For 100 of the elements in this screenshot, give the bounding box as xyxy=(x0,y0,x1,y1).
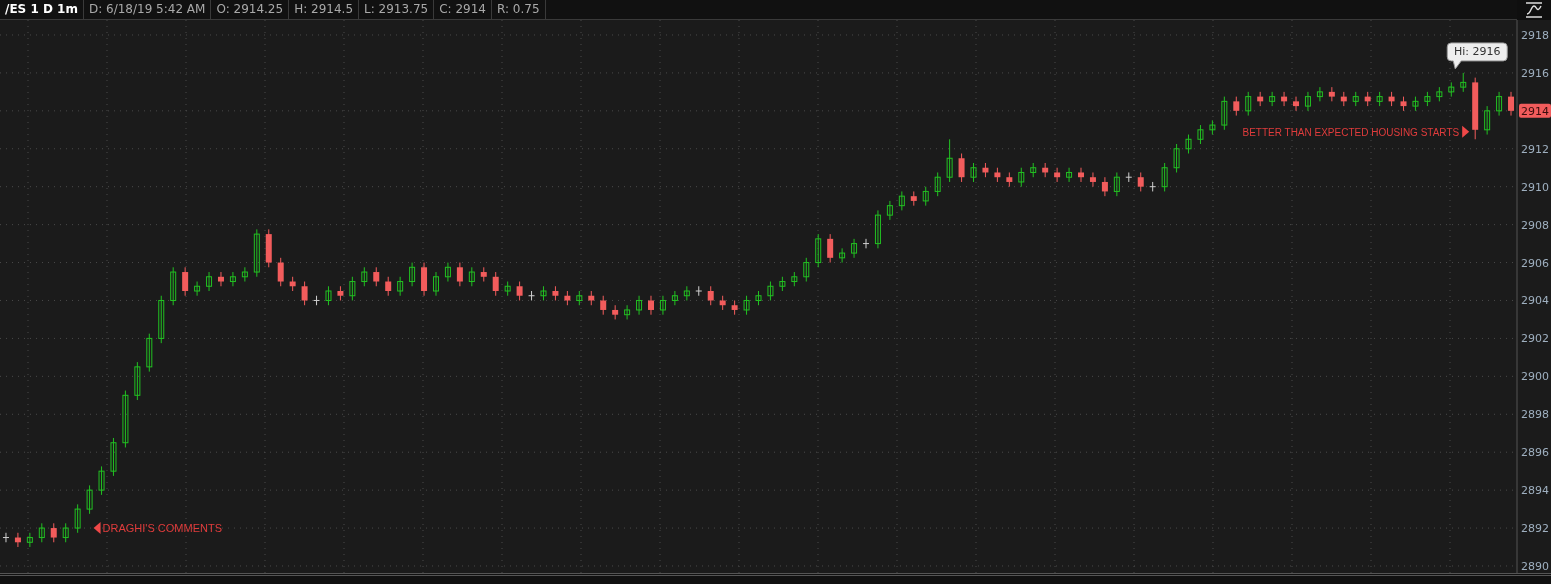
candle xyxy=(1125,171,1133,183)
quote-stat: D: 6/18/19 5:42 AM xyxy=(83,0,212,19)
candle xyxy=(528,290,536,301)
candle xyxy=(1352,91,1359,107)
candle xyxy=(958,153,965,183)
candle xyxy=(1030,162,1037,178)
candle xyxy=(946,138,953,183)
candle xyxy=(86,484,93,515)
candle xyxy=(659,295,666,316)
candle xyxy=(743,295,750,316)
candle xyxy=(576,290,583,306)
candle xyxy=(791,271,798,287)
candle xyxy=(671,290,678,306)
triangle-icon xyxy=(1462,125,1470,138)
candle xyxy=(934,171,941,197)
chart-style-icon[interactable] xyxy=(1525,2,1543,18)
candle xyxy=(265,228,272,268)
candle xyxy=(1388,91,1395,107)
candle xyxy=(1472,77,1479,140)
candle xyxy=(170,266,177,306)
candle xyxy=(253,228,260,278)
candle xyxy=(182,266,189,297)
candle xyxy=(421,262,428,297)
candle xyxy=(1304,91,1311,112)
candle xyxy=(62,522,69,543)
candle xyxy=(683,285,690,301)
last-price-tag: 2914 xyxy=(1519,103,1551,118)
candle xyxy=(803,257,810,282)
candle xyxy=(301,281,308,306)
candle xyxy=(874,209,881,249)
annotation-text: DRAGHI'S COMMENTS xyxy=(102,522,222,535)
candle xyxy=(1018,167,1025,188)
candle xyxy=(612,304,619,320)
candle xyxy=(1400,96,1407,112)
candle xyxy=(1281,91,1288,107)
candle xyxy=(1376,91,1383,107)
candle xyxy=(433,271,439,297)
candle xyxy=(1078,167,1084,183)
candle xyxy=(2,532,10,543)
candle xyxy=(373,266,380,287)
candle xyxy=(1269,91,1276,107)
candle xyxy=(504,281,511,297)
symbol-label: /ES 1 D 1m xyxy=(0,0,84,19)
candle xyxy=(827,233,834,264)
axis-label: 2900 xyxy=(1521,370,1549,384)
candle xyxy=(229,271,236,287)
candle xyxy=(409,262,416,287)
candle xyxy=(648,295,654,316)
candle xyxy=(862,238,870,249)
candle xyxy=(564,290,571,306)
candle xyxy=(14,532,21,548)
candle xyxy=(1054,167,1061,183)
candle xyxy=(218,271,224,287)
candle xyxy=(707,285,714,306)
axis-label: 2892 xyxy=(1521,522,1549,536)
candle xyxy=(886,200,893,221)
candle xyxy=(922,186,929,207)
candle xyxy=(206,271,213,292)
axis-label: 2916 xyxy=(1521,66,1549,80)
candle xyxy=(1340,91,1347,107)
candle xyxy=(194,281,201,297)
candle xyxy=(910,190,917,207)
candle xyxy=(480,266,487,282)
candle xyxy=(540,285,547,301)
candle xyxy=(1149,181,1157,192)
candle xyxy=(1137,171,1144,192)
candle xyxy=(1448,81,1455,98)
candle xyxy=(1209,119,1216,136)
candle xyxy=(1484,105,1491,136)
candle xyxy=(719,295,726,311)
candle xyxy=(1233,96,1240,117)
candle xyxy=(994,167,1001,183)
axis-label: 2910 xyxy=(1521,180,1549,194)
candle xyxy=(1042,162,1049,178)
candle xyxy=(1316,86,1323,102)
triangle-icon xyxy=(93,522,101,535)
candle xyxy=(456,262,463,287)
candle xyxy=(289,276,296,292)
candle xyxy=(982,162,989,178)
candle xyxy=(492,271,499,297)
axis-label: 2908 xyxy=(1521,218,1549,232)
axis-label: 2918 xyxy=(1521,29,1549,42)
candle xyxy=(397,276,404,297)
candle xyxy=(731,300,738,316)
candle xyxy=(110,437,117,477)
axis-label: 2906 xyxy=(1521,256,1549,270)
candle xyxy=(588,290,595,306)
candle xyxy=(361,266,368,287)
candle xyxy=(1257,91,1264,107)
candle xyxy=(1436,86,1443,102)
candle xyxy=(134,361,141,401)
candle xyxy=(1185,134,1192,154)
candle xyxy=(337,285,344,301)
candle xyxy=(158,295,165,344)
candle xyxy=(1460,72,1467,93)
candle xyxy=(444,262,451,282)
quote-stat: H: 2914.5 xyxy=(289,0,359,19)
candle xyxy=(1006,171,1013,188)
candle xyxy=(325,285,332,306)
candle xyxy=(1424,91,1431,107)
